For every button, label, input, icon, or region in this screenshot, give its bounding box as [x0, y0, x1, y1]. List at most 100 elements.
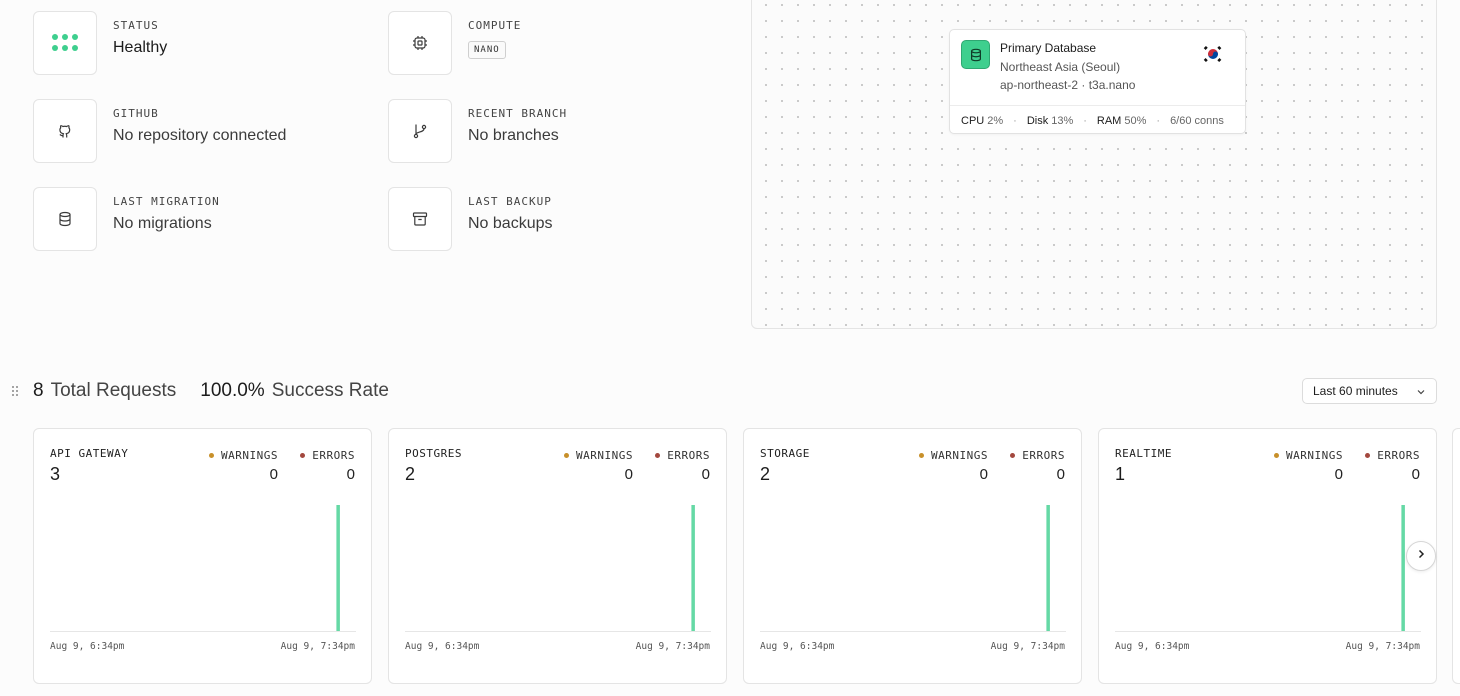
- service-card-postgres[interactable]: POSTGRES 2 WARNINGS ERRORS 0 0 Aug 9, 6:34pm Au…: [388, 428, 727, 684]
- database-region: Northeast Asia (Seoul): [1000, 60, 1121, 74]
- error-dot-icon: [655, 453, 661, 458]
- chart-bar[interactable]: [691, 505, 695, 631]
- chart-start-time: Aug 9, 6:34pm: [405, 641, 480, 652]
- service-card-realtime[interactable]: REALTIME 1 WARNINGS ERRORS 0 0 Aug 9, 6:34pm Au…: [1098, 428, 1437, 684]
- warnings-label: WARNINGS: [931, 449, 988, 462]
- recent-branch-value: No branches: [468, 127, 559, 144]
- database-stats: CPU 2% · Disk 13% · RAM 50% · 6/60 conns: [950, 105, 1245, 135]
- ram-value: 50%: [1124, 114, 1147, 127]
- service-title: REALTIME: [1115, 447, 1172, 460]
- errors-label: ERRORS: [312, 449, 355, 462]
- database-spec: ap-northeast-2 · t3a.nano: [1000, 78, 1136, 92]
- status-value: Healthy: [113, 39, 168, 56]
- status-tile: STATUS Healthy: [33, 11, 167, 75]
- errors-legend: ERRORS: [300, 449, 355, 462]
- chart-start-time: Aug 9, 6:34pm: [1115, 641, 1190, 652]
- github-value: No repository connected: [113, 127, 287, 144]
- chart-bar[interactable]: [1046, 505, 1050, 631]
- time-range-value: Last 60 minutes: [1313, 384, 1398, 398]
- connections-value: 6/60 conns: [1170, 114, 1224, 127]
- success-rate-label: Success Rate: [271, 380, 389, 401]
- primary-database-card[interactable]: Primary Database Northeast Asia (Seoul) …: [949, 29, 1246, 134]
- database-icon: [961, 40, 990, 69]
- error-dot-icon: [300, 453, 306, 458]
- errors-count: 0: [346, 466, 355, 483]
- service-title: POSTGRES: [405, 447, 462, 460]
- chevron-down-icon: [1416, 386, 1426, 400]
- last-backup-label: LAST BACKUP: [468, 195, 552, 208]
- separator: ·: [1083, 114, 1087, 127]
- service-title: STORAGE: [760, 447, 810, 460]
- chevron-right-icon: [1415, 547, 1427, 565]
- errors-label: ERRORS: [667, 449, 710, 462]
- chart-bar[interactable]: [1401, 505, 1405, 631]
- ram-label: RAM: [1096, 114, 1122, 127]
- error-dot-icon: [1010, 453, 1016, 458]
- dots-icon: [33, 11, 97, 75]
- error-dot-icon: [1365, 453, 1371, 458]
- errors-label: ERRORS: [1022, 449, 1065, 462]
- time-range-select[interactable]: Last 60 minutes: [1302, 378, 1437, 404]
- compute-tile: COMPUTE NANO: [388, 11, 521, 75]
- chart-start-time: Aug 9, 6:34pm: [50, 641, 125, 652]
- last-backup-tile: LAST BACKUP No backups: [388, 187, 553, 251]
- chart-start-time: Aug 9, 6:34pm: [760, 641, 835, 652]
- chart-end-time: Aug 9, 7:34pm: [280, 641, 355, 652]
- service-title: API GATEWAY: [50, 447, 129, 460]
- last-migration-value: No migrations: [113, 215, 212, 232]
- requests-bar-chart[interactable]: [1115, 499, 1421, 633]
- warning-dot-icon: [209, 453, 215, 458]
- chart-bar[interactable]: [336, 505, 340, 631]
- disk-label: Disk: [1026, 114, 1049, 127]
- requests-bar-chart[interactable]: [50, 499, 356, 633]
- service-request-count: 2: [405, 464, 416, 484]
- warnings-count: 0: [624, 466, 633, 483]
- success-rate-value: 100.0%: [200, 380, 265, 401]
- service-card-api-gateway[interactable]: API GATEWAY 3 WARNINGS ERRORS 0 0 Aug 9, 6:34p…: [33, 428, 372, 684]
- separator: ·: [1013, 114, 1017, 127]
- service-request-count: 3: [50, 464, 61, 484]
- chart-end-time: Aug 9, 7:34pm: [635, 641, 710, 652]
- warnings-legend: WARNINGS: [209, 449, 278, 462]
- warnings-label: WARNINGS: [221, 449, 278, 462]
- errors-legend: ERRORS: [1010, 449, 1065, 462]
- warnings-legend: WARNINGS: [1274, 449, 1343, 462]
- total-requests-label: Total Requests: [50, 380, 177, 401]
- warning-dot-icon: [564, 453, 570, 458]
- github-tile: GITHUB No repository connected: [33, 99, 286, 163]
- service-request-count: 2: [760, 464, 771, 484]
- errors-count: 0: [1056, 466, 1065, 483]
- recent-branch-tile: RECENT BRANCH No branches: [388, 99, 567, 163]
- errors-legend: ERRORS: [655, 449, 710, 462]
- cpu-value: 2%: [987, 114, 1004, 127]
- warnings-count: 0: [1334, 466, 1343, 483]
- separator: ·: [1156, 114, 1161, 127]
- service-request-count: 1: [1115, 464, 1126, 484]
- disk-value: 13%: [1051, 114, 1074, 127]
- requests-bar-chart[interactable]: [405, 499, 711, 633]
- compute-badge: NANO: [468, 41, 506, 59]
- requests-summary: 8 Total Requests 100.0% Success Rate: [33, 380, 413, 402]
- compute-label: COMPUTE: [468, 19, 522, 32]
- drag-handle-icon[interactable]: [11, 385, 19, 400]
- errors-label: ERRORS: [1377, 449, 1420, 462]
- service-card-storage[interactable]: STORAGE 2 WARNINGS ERRORS 0 0 Aug 9, 6:34pm Aug…: [743, 428, 1082, 684]
- chart-end-time: Aug 9, 7:34pm: [1345, 641, 1420, 652]
- errors-legend: ERRORS: [1365, 449, 1420, 462]
- requests-bar-chart[interactable]: [760, 499, 1066, 633]
- cpu-chip-icon: [388, 11, 452, 75]
- errors-count: 0: [701, 466, 710, 483]
- warnings-label: WARNINGS: [1286, 449, 1343, 462]
- archive-icon: [388, 187, 452, 251]
- last-migration-label: LAST MIGRATION: [113, 195, 220, 208]
- warnings-legend: WARNINGS: [919, 449, 988, 462]
- github-label: GITHUB: [113, 107, 159, 120]
- warnings-label: WARNINGS: [576, 449, 633, 462]
- next-cards-button[interactable]: [1406, 541, 1436, 571]
- south-korea-flag-icon: [1201, 42, 1225, 71]
- last-migration-tile: LAST MIGRATION No migrations: [33, 187, 220, 251]
- git-branch-icon: [388, 99, 452, 163]
- warning-dot-icon: [1274, 453, 1280, 458]
- recent-branch-label: RECENT BRANCH: [468, 107, 568, 120]
- last-backup-value: No backups: [468, 215, 553, 232]
